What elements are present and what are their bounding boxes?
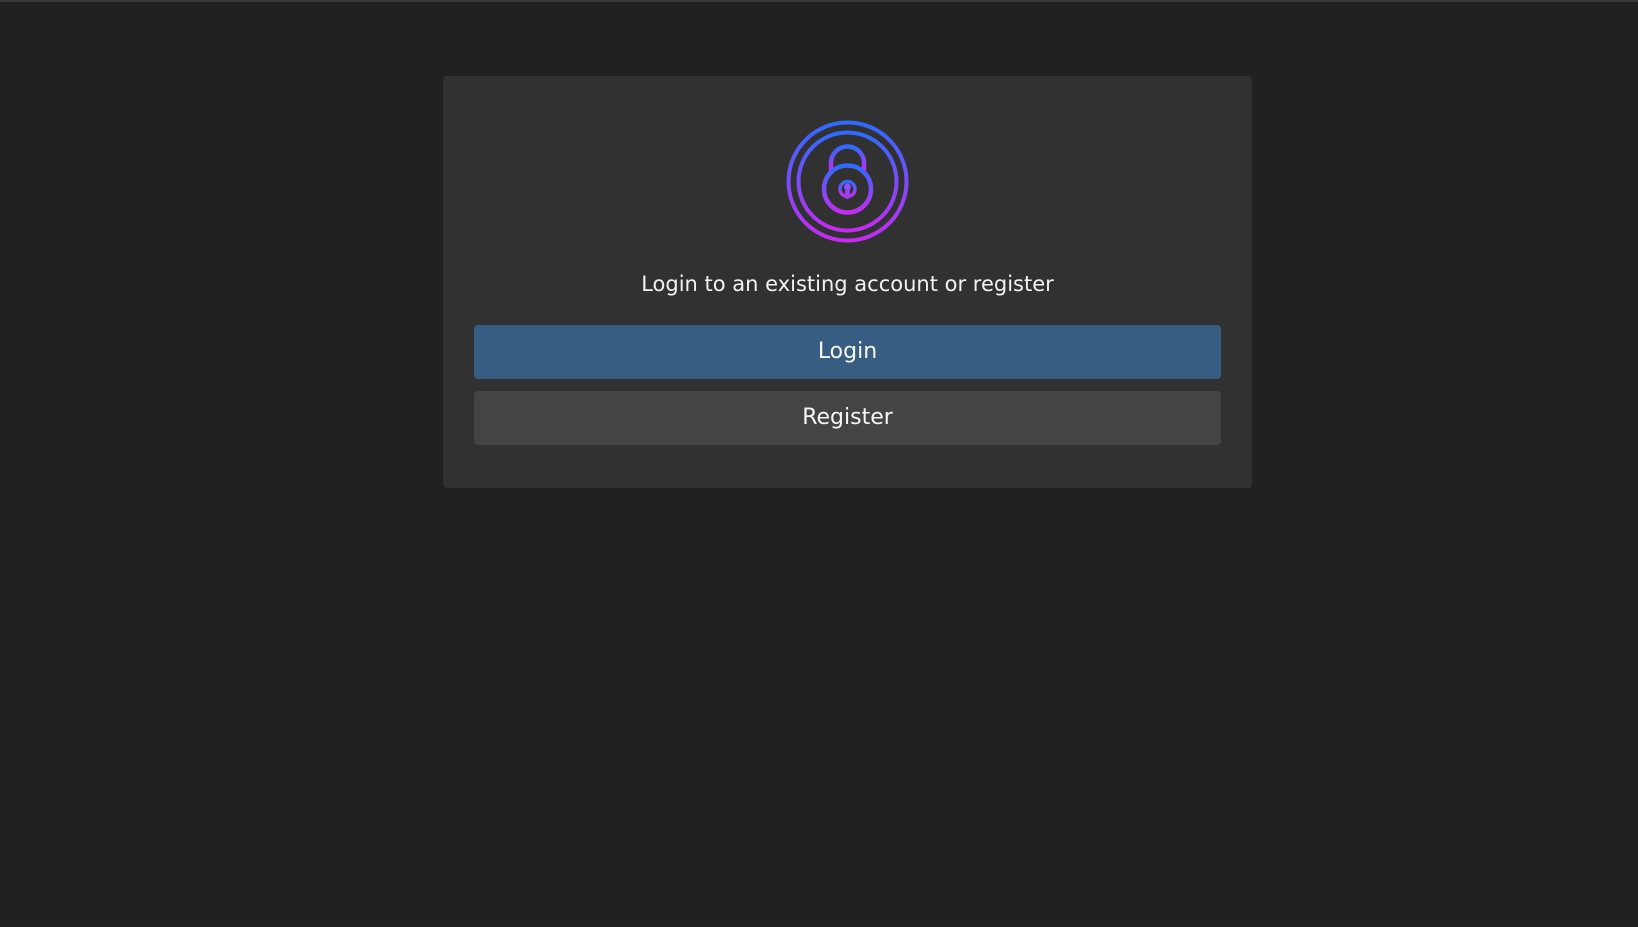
auth-card: Login to an existing account or register…	[443, 76, 1252, 488]
login-register-prompt: Login to an existing account or register	[641, 272, 1054, 296]
register-button[interactable]: Register	[474, 391, 1221, 445]
padlock-icon	[786, 120, 909, 243]
top-border	[0, 0, 1638, 2]
login-button[interactable]: Login	[474, 325, 1221, 379]
